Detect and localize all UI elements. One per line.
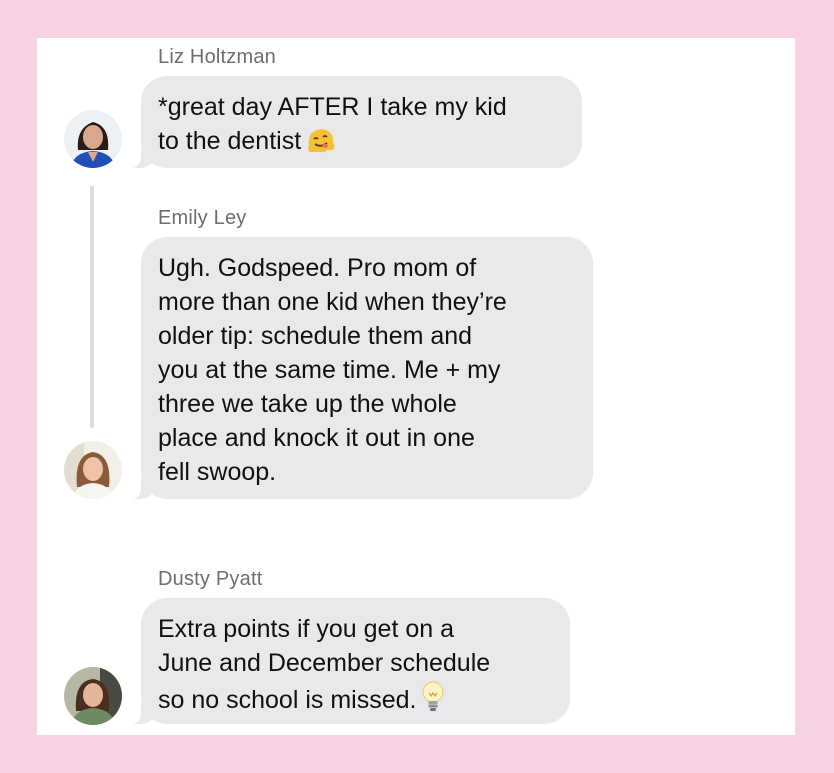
light-bulb-emoji-icon <box>420 680 446 723</box>
conversation-card: Liz Holtzman *great day AFTER I take my … <box>37 38 795 735</box>
reply-thread-line <box>90 186 94 428</box>
message-bubble[interactable]: Ugh. Godspeed. Pro mom of more than one … <box>128 237 593 499</box>
message-bubble[interactable]: Extra points if you get on a June and De… <box>128 598 570 724</box>
melting-face-emoji-icon <box>305 125 337 164</box>
sender-name-emily-ley: Emily Ley <box>158 207 247 229</box>
avatar-dusty-pyatt[interactable] <box>64 667 122 725</box>
message-text: Ugh. Godspeed. Pro mom of more than one … <box>158 254 507 486</box>
sender-name-liz-holtzman: Liz Holtzman <box>158 46 276 68</box>
message-bubble[interactable]: *great day AFTER I take my kid to the de… <box>128 76 582 168</box>
avatar-liz-holtzman[interactable] <box>64 110 122 168</box>
avatar-emily-ley[interactable] <box>64 441 122 499</box>
sender-name-dusty-pyatt: Dusty Pyatt <box>158 568 263 590</box>
